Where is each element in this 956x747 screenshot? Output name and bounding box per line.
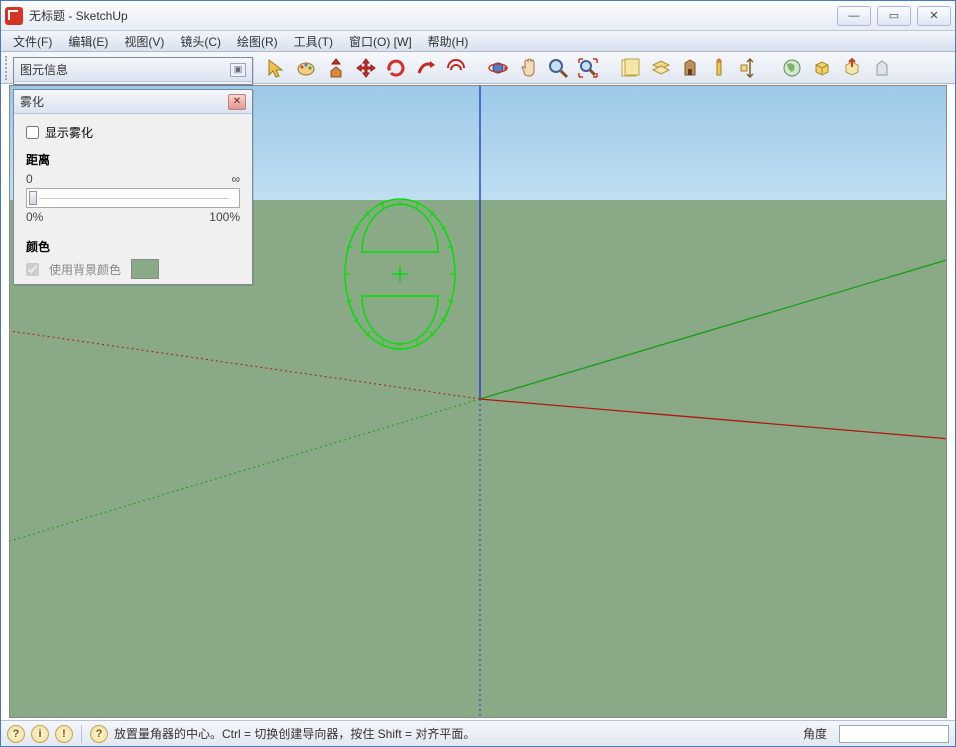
distance-range-right: 100% xyxy=(209,210,240,224)
fog-color-swatch[interactable] xyxy=(131,259,159,279)
zoom-tool[interactable] xyxy=(543,54,573,82)
close-button[interactable]: ✕ xyxy=(917,6,951,26)
use-bg-color-checkbox[interactable] xyxy=(26,263,39,276)
panel-close-button[interactable]: ✕ xyxy=(228,94,246,110)
minimize-button[interactable]: — xyxy=(837,6,871,26)
move-tool[interactable] xyxy=(351,54,381,82)
app-icon xyxy=(5,7,23,25)
status-bar: ? i ! ? 放置量角器的中心。Ctrl = 切换创建导向器，按住 Shift… xyxy=(1,720,955,746)
title-bar: 无标题 - SketchUp — ▭ ✕ xyxy=(1,1,955,31)
distance-label: 距离 xyxy=(26,151,240,168)
hint-icon: ? xyxy=(90,725,108,743)
get-models-tool[interactable] xyxy=(807,54,837,82)
geo-location-tool[interactable] xyxy=(777,54,807,82)
entity-info-panel[interactable]: 图元信息 ▣ xyxy=(13,57,253,85)
menu-draw[interactable]: 绘图(R) xyxy=(229,31,286,52)
menu-camera[interactable]: 镜头(C) xyxy=(172,31,229,52)
entity-info-title: 图元信息 xyxy=(20,61,226,78)
distance-slider[interactable] xyxy=(26,188,240,208)
vcb-input[interactable] xyxy=(839,725,949,743)
distance-slider-thumb[interactable] xyxy=(29,191,37,205)
color-section-label: 颜色 xyxy=(26,238,240,255)
vcb-label: 角度 xyxy=(797,725,833,742)
menu-window[interactable]: 窗口(O) [W] xyxy=(341,31,420,52)
distance-value-left: 0 xyxy=(26,172,33,186)
fog-panel[interactable]: 雾化 ✕ 显示雾化 距离 0 ∞ 0% 100% 颜色 使用背景颜色 xyxy=(13,89,253,285)
pan-tool[interactable] xyxy=(513,54,543,82)
upload-tool[interactable] xyxy=(867,54,897,82)
3d-text-tool[interactable] xyxy=(705,54,735,82)
paint-tool[interactable] xyxy=(291,54,321,82)
instructor-icon[interactable]: i xyxy=(31,725,49,743)
help-icon[interactable]: ? xyxy=(7,725,25,743)
offset-tool[interactable] xyxy=(441,54,471,82)
outliner-tool[interactable] xyxy=(615,54,645,82)
menu-file[interactable]: 文件(F) xyxy=(5,31,60,52)
orbit-tool[interactable] xyxy=(483,54,513,82)
distance-range-left: 0% xyxy=(26,210,43,224)
window-title: 无标题 - SketchUp xyxy=(29,7,837,24)
show-fog-label: 显示雾化 xyxy=(45,124,93,141)
show-fog-input[interactable] xyxy=(26,126,39,139)
use-bg-color-label: 使用背景颜色 xyxy=(49,261,121,278)
select-tool[interactable] xyxy=(261,54,291,82)
menu-edit[interactable]: 编辑(E) xyxy=(60,31,116,52)
model-info-tool[interactable] xyxy=(675,54,705,82)
toolbar-handle[interactable] xyxy=(5,56,11,80)
zoom-extents-tool[interactable] xyxy=(573,54,603,82)
dimensions-tool[interactable] xyxy=(735,54,765,82)
panel-pin-icon[interactable]: ▣ xyxy=(230,63,246,77)
menu-bar: 文件(F) 编辑(E) 视图(V) 镜头(C) 绘图(R) 工具(T) 窗口(O… xyxy=(1,31,955,52)
fog-panel-body: 显示雾化 距离 0 ∞ 0% 100% 颜色 使用背景颜色 xyxy=(14,114,252,289)
fog-panel-title: 雾化 xyxy=(20,93,228,110)
show-fog-checkbox[interactable]: 显示雾化 xyxy=(26,124,240,141)
rotate-tool[interactable] xyxy=(381,54,411,82)
share-tool[interactable] xyxy=(837,54,867,82)
push-pull-tool[interactable] xyxy=(321,54,351,82)
maximize-button[interactable]: ▭ xyxy=(877,6,911,26)
warning-icon[interactable]: ! xyxy=(55,725,73,743)
follow-me-tool[interactable] xyxy=(411,54,441,82)
menu-view[interactable]: 视图(V) xyxy=(116,31,172,52)
distance-value-right: ∞ xyxy=(231,172,240,186)
layers-tool[interactable] xyxy=(645,54,675,82)
menu-help[interactable]: 帮助(H) xyxy=(420,31,477,52)
menu-tools[interactable]: 工具(T) xyxy=(286,31,341,52)
status-hint: 放置量角器的中心。Ctrl = 切换创建导向器，按住 Shift = 对齐平面。 xyxy=(114,725,475,742)
